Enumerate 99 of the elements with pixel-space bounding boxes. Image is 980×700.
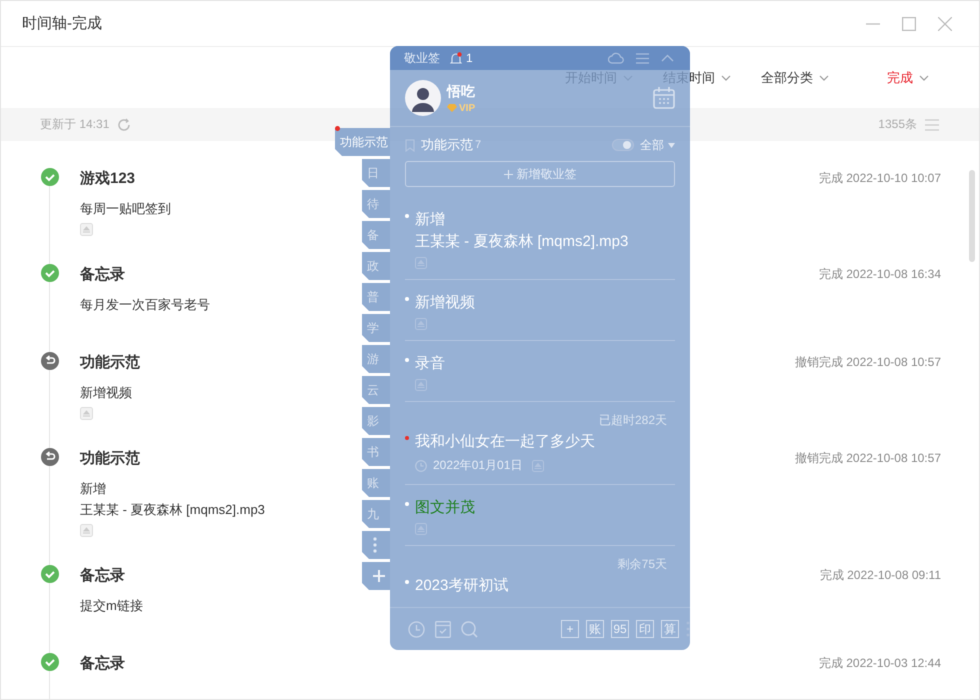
note-deadline: 已超时282天 xyxy=(598,412,668,429)
menu-icon[interactable] xyxy=(925,118,939,130)
category-tab[interactable]: 政 xyxy=(362,252,390,280)
attachment-icon[interactable] xyxy=(532,460,544,472)
clock-icon xyxy=(415,460,427,472)
entry-time: 撤销完成 2022-10-08 10:57 xyxy=(794,354,941,370)
window-title: 时间轴-完成 xyxy=(22,14,103,33)
category-tab[interactable]: 待 xyxy=(362,190,390,218)
entry-text: 提交m链接 xyxy=(80,597,143,615)
category-tab[interactable]: 普 xyxy=(362,283,390,311)
bookmark-icon xyxy=(405,138,415,152)
chevron-down-icon xyxy=(919,74,929,80)
attachment-icon[interactable] xyxy=(80,223,93,236)
toggle-switch[interactable] xyxy=(612,139,634,151)
note-text[interactable]: 2023考研初试 xyxy=(415,575,508,597)
attachment-icon[interactable] xyxy=(415,379,427,391)
category-tab[interactable]: 账 xyxy=(362,469,390,497)
category-tab[interactable]: 功能示范 xyxy=(335,128,390,156)
more-icon[interactable] xyxy=(686,621,690,637)
chevron-down-icon xyxy=(819,74,829,80)
entry-text: 每月发一次百家号老号 xyxy=(80,296,210,314)
scope-dropdown[interactable]: 全部 xyxy=(640,136,675,154)
vip-label: VIP xyxy=(459,102,476,114)
scrollbar[interactable] xyxy=(969,170,975,262)
entry-text: 王某某 - 夏夜森林 [mqms2].mp3 xyxy=(80,501,265,519)
entry-text: 新增 xyxy=(80,480,106,498)
entry-time: 完成 2022-10-03 12:44 xyxy=(818,654,941,672)
attachment-icon[interactable] xyxy=(415,318,427,330)
entry-time: 完成 2022-10-08 09:11 xyxy=(820,566,941,584)
attachment-icon[interactable] xyxy=(415,257,427,269)
entry-time: 完成 2022-10-08 16:34 xyxy=(818,266,941,282)
check-icon xyxy=(41,565,59,583)
note-date: 2022年01月01日 xyxy=(433,457,522,474)
search-icon[interactable] xyxy=(461,620,478,638)
updated-time: 更新于 14:31 xyxy=(40,116,110,133)
menu-icon[interactable] xyxy=(636,52,649,64)
entry-title: 功能示范 xyxy=(80,448,140,468)
entry-text: 每周一贴吧签到 xyxy=(80,200,171,218)
category-count: 7 xyxy=(475,139,482,151)
cloud-icon[interactable] xyxy=(608,52,624,64)
category-tab[interactable]: 学 xyxy=(362,314,390,342)
entry-title: 备忘录 xyxy=(80,566,125,584)
category-tab[interactable]: 书 xyxy=(362,438,390,466)
note-text[interactable]: 录音 xyxy=(415,353,445,375)
maximize-icon[interactable] xyxy=(902,16,916,30)
notification-count: 1 xyxy=(466,51,473,65)
category-name: 功能示范 xyxy=(421,136,473,154)
entry-title: 功能示范 xyxy=(80,352,140,372)
plus-icon xyxy=(504,170,512,178)
note-text[interactable]: 新增视频 xyxy=(415,292,475,314)
check-icon xyxy=(41,653,59,671)
undo-icon xyxy=(41,352,59,370)
entry-title: 备忘录 xyxy=(80,264,125,284)
collapse-icon[interactable] xyxy=(661,54,674,62)
calendar-check-icon[interactable] xyxy=(435,620,451,638)
entry-time: 完成 2022-10-10 10:07 xyxy=(818,170,941,186)
chevron-down-icon xyxy=(721,74,731,80)
more-icon xyxy=(373,537,377,553)
check-icon xyxy=(41,264,59,282)
attachment-icon[interactable] xyxy=(80,407,93,420)
attachment-icon[interactable] xyxy=(415,523,427,535)
gem-icon xyxy=(447,104,457,112)
user-name: 悟吃 xyxy=(447,82,476,100)
app-name: 敬业签 xyxy=(404,50,440,66)
entry-text: 新增视频 xyxy=(80,384,132,402)
clock-icon[interactable] xyxy=(408,620,425,638)
attachment-icon[interactable] xyxy=(80,524,93,537)
note-text[interactable]: 新增 王某某 - 夏夜森林 [mqms2].mp3 xyxy=(415,209,628,253)
category-tab[interactable]: 影 xyxy=(362,407,390,435)
tool-button[interactable]: 算 xyxy=(661,620,679,638)
category-tab[interactable]: 日 xyxy=(362,159,390,187)
note-text[interactable]: 我和小仙女在一起了多少天 xyxy=(415,431,595,453)
category-tab[interactable]: 云 xyxy=(362,376,390,404)
item-count: 1355条 xyxy=(878,116,917,133)
tool-button[interactable]: 95 xyxy=(611,620,629,638)
filter-dropdown[interactable]: 全部分类 xyxy=(761,68,829,86)
add-tab-button[interactable] xyxy=(362,562,390,590)
calendar-icon[interactable] xyxy=(653,87,675,109)
entry-time: 撤销完成 2022-10-08 10:57 xyxy=(794,450,941,466)
check-icon xyxy=(41,168,59,186)
note-text[interactable]: 图文并茂 xyxy=(415,497,475,519)
category-tab[interactable]: 九 xyxy=(362,500,390,528)
more-tabs-button[interactable] xyxy=(362,531,390,559)
tool-button[interactable]: + xyxy=(561,620,579,638)
undo-icon xyxy=(41,448,59,466)
tool-button[interactable]: 账 xyxy=(586,620,604,638)
category-tab[interactable]: 游 xyxy=(362,345,390,373)
tool-button[interactable]: 印 xyxy=(636,620,654,638)
refresh-icon[interactable] xyxy=(117,118,132,132)
bell-icon[interactable] xyxy=(450,52,462,64)
add-note-button[interactable]: 新增敬业签 xyxy=(405,161,675,187)
close-icon[interactable] xyxy=(938,16,952,30)
entry-title: 游戏123 xyxy=(80,168,136,188)
entry-title: 备忘录 xyxy=(80,654,125,672)
avatar[interactable] xyxy=(405,80,441,116)
plus-icon xyxy=(373,570,385,582)
note-deadline: 剩余75天 xyxy=(616,556,668,573)
filter-dropdown[interactable]: 完成 xyxy=(887,68,929,86)
category-tab[interactable]: 备 xyxy=(362,221,390,249)
